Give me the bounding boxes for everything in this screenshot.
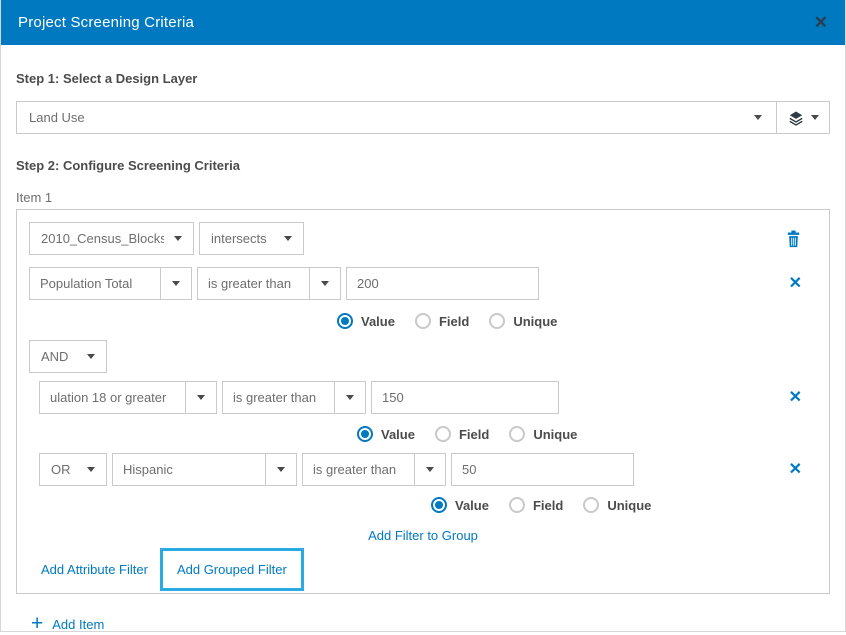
add-filter-to-group-link[interactable]: Add Filter to Group [368,528,478,543]
filter2-field-dropdown[interactable]: ulation 18 or greater [39,381,217,414]
filter1-operator-dropdown[interactable]: is greater than [197,267,341,300]
filter3-join-dropdown[interactable]: OR [39,453,107,486]
filter1-field-value: Population Total [30,276,160,291]
filter3-operator-dropdown[interactable]: is greater than [302,453,446,486]
radio-unselected-icon[interactable] [489,313,505,329]
attribute-filter-row-2: ulation 18 or greater is greater than ✕ [29,381,817,414]
step2-label: Step 2: Configure Screening Criteria [16,158,830,173]
filter2-field-value: ulation 18 or greater [40,390,185,405]
spatial-operator-dropdown[interactable]: intersects [199,222,304,255]
filter3-radio-field[interactable]: Field [509,497,563,513]
filter3-field-dropdown[interactable]: Hispanic [112,453,297,486]
filter3-value-input[interactable] [451,453,634,486]
chevron-down-icon [754,115,762,120]
filter2-operator-value: is greater than [223,390,334,405]
group-join-row: AND [29,340,817,373]
filter1-mode-radios: Value Field Unique [337,313,817,329]
spatial-operator-value: intersects [211,231,267,246]
filter1-remove-icon[interactable]: ✕ [789,276,802,292]
filter3-radio-value[interactable]: Value [431,497,489,513]
filter2-radio-value[interactable]: Value [357,426,415,442]
close-icon[interactable]: ✕ [814,14,828,31]
radio-unselected-icon[interactable] [435,426,451,442]
radio-unselected-icon[interactable] [583,497,599,513]
filter1-radio-field[interactable]: Field [415,313,469,329]
group-join-value: AND [41,349,68,364]
dialog-header: Project Screening Criteria ✕ [1,0,845,45]
chevron-down-icon [346,395,354,400]
design-layer-select-row: Land Use [16,101,830,134]
chevron-down-icon [277,467,285,472]
filter3-operator-value: is greater than [303,462,414,477]
plus-icon: + [31,615,43,633]
source-layer-dropdown[interactable]: 2010_Census_Blocks [29,222,194,255]
radio-unselected-icon[interactable] [415,313,431,329]
chevron-down-icon [284,236,292,241]
design-layer-value: Land Use [29,110,754,125]
add-grouped-filter-highlight: Add Grouped Filter [160,548,304,591]
chevron-down-icon [174,236,182,241]
filter1-radio-value[interactable]: Value [337,313,395,329]
filter1-radio-unique[interactable]: Unique [489,313,557,329]
filter2-value-input[interactable] [371,381,559,414]
add-item-button[interactable]: + Add Item [31,615,830,633]
filter1-value-input[interactable] [346,267,539,300]
filter3-field-value: Hispanic [113,462,265,477]
chevron-down-icon [426,467,434,472]
item-panel: 2010_Census_Blocks intersects [16,209,830,594]
filter2-radio-unique[interactable]: Unique [509,426,577,442]
dialog-title: Project Screening Criteria [18,14,194,31]
panel-links-row: Add Attribute Filter Add Grouped Filter [29,548,817,591]
radio-unselected-icon[interactable] [509,426,525,442]
add-item-label: Add Item [52,617,104,632]
source-layer-value: 2010_Census_Blocks [41,231,164,246]
step1-label: Step 1: Select a Design Layer [16,71,830,86]
radio-selected-icon[interactable] [431,497,447,513]
filter2-mode-radios: Value Field Unique [357,426,817,442]
radio-selected-icon[interactable] [337,313,353,329]
dialog-body: Step 1: Select a Design Layer Land Use S… [1,71,845,633]
chevron-down-icon [87,354,95,359]
filter2-remove-icon[interactable]: ✕ [789,390,802,406]
filter1-field-dropdown[interactable]: Population Total [29,267,192,300]
radio-selected-icon[interactable] [357,426,373,442]
filter2-operator-dropdown[interactable]: is greater than [222,381,366,414]
layers-icon [788,110,804,126]
project-screening-criteria-dialog: Project Screening Criteria ✕ Step 1: Sel… [0,0,846,632]
attribute-filter-row-1: Population Total is greater than ✕ [29,267,817,300]
chevron-down-icon [172,281,180,286]
trash-icon[interactable] [785,230,802,248]
design-layer-dropdown[interactable]: Land Use [17,102,776,133]
chevron-down-icon [321,281,329,286]
chevron-down-icon [811,115,819,120]
layer-options-button[interactable] [776,102,829,133]
attribute-filter-row-3: OR Hispanic is greater than ✕ [29,453,817,486]
filter3-join-value: OR [51,462,71,477]
add-filter-to-group-row: Add Filter to Group [29,527,817,545]
radio-unselected-icon[interactable] [509,497,525,513]
filter1-operator-value: is greater than [198,276,309,291]
filter3-radio-unique[interactable]: Unique [583,497,651,513]
chevron-down-icon [197,395,205,400]
chevron-down-icon [87,467,95,472]
group-join-dropdown[interactable]: AND [29,340,107,373]
add-grouped-filter-link[interactable]: Add Grouped Filter [177,562,287,577]
spatial-filter-row: 2010_Census_Blocks intersects [29,222,817,255]
add-attribute-filter-link[interactable]: Add Attribute Filter [41,562,148,577]
filter2-radio-field[interactable]: Field [435,426,489,442]
filter3-remove-icon[interactable]: ✕ [789,462,802,478]
filter3-mode-radios: Value Field Unique [431,497,817,513]
item-label: Item 1 [16,190,830,205]
